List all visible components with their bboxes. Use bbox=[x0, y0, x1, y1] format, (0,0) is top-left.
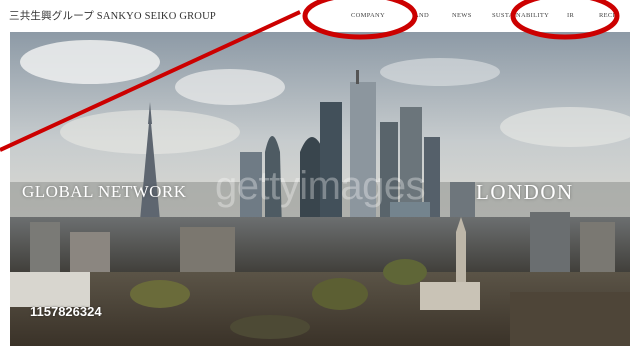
hero-caption-left: GLOBAL NETWORK bbox=[22, 182, 187, 201]
nav-item-sustainability[interactable]: SUSTAINABILITY bbox=[492, 12, 549, 19]
hero-caption-right: LONDON bbox=[476, 180, 574, 204]
nav-item-brand[interactable]: AND bbox=[414, 12, 429, 19]
gettyimages-watermark: gettyimages bbox=[215, 164, 426, 208]
nav-item-ir[interactable]: IR bbox=[567, 12, 574, 19]
brand-logo-text[interactable]: 三共生興グループ SANKYO SEIKO GROUP bbox=[9, 8, 216, 23]
nav-item-company[interactable]: COMPANY bbox=[351, 12, 385, 19]
nav-item-news[interactable]: NEWS bbox=[452, 12, 472, 19]
image-id-label: 1157826324 bbox=[30, 304, 102, 319]
site-header: 三共生興グループ SANKYO SEIKO GROUP COMPANY AND … bbox=[0, 0, 630, 32]
nav-item-recruit[interactable]: RECR bbox=[599, 12, 617, 19]
hero-image: gettyimages GLOBAL NETWORK LONDON 115782… bbox=[10, 32, 630, 346]
